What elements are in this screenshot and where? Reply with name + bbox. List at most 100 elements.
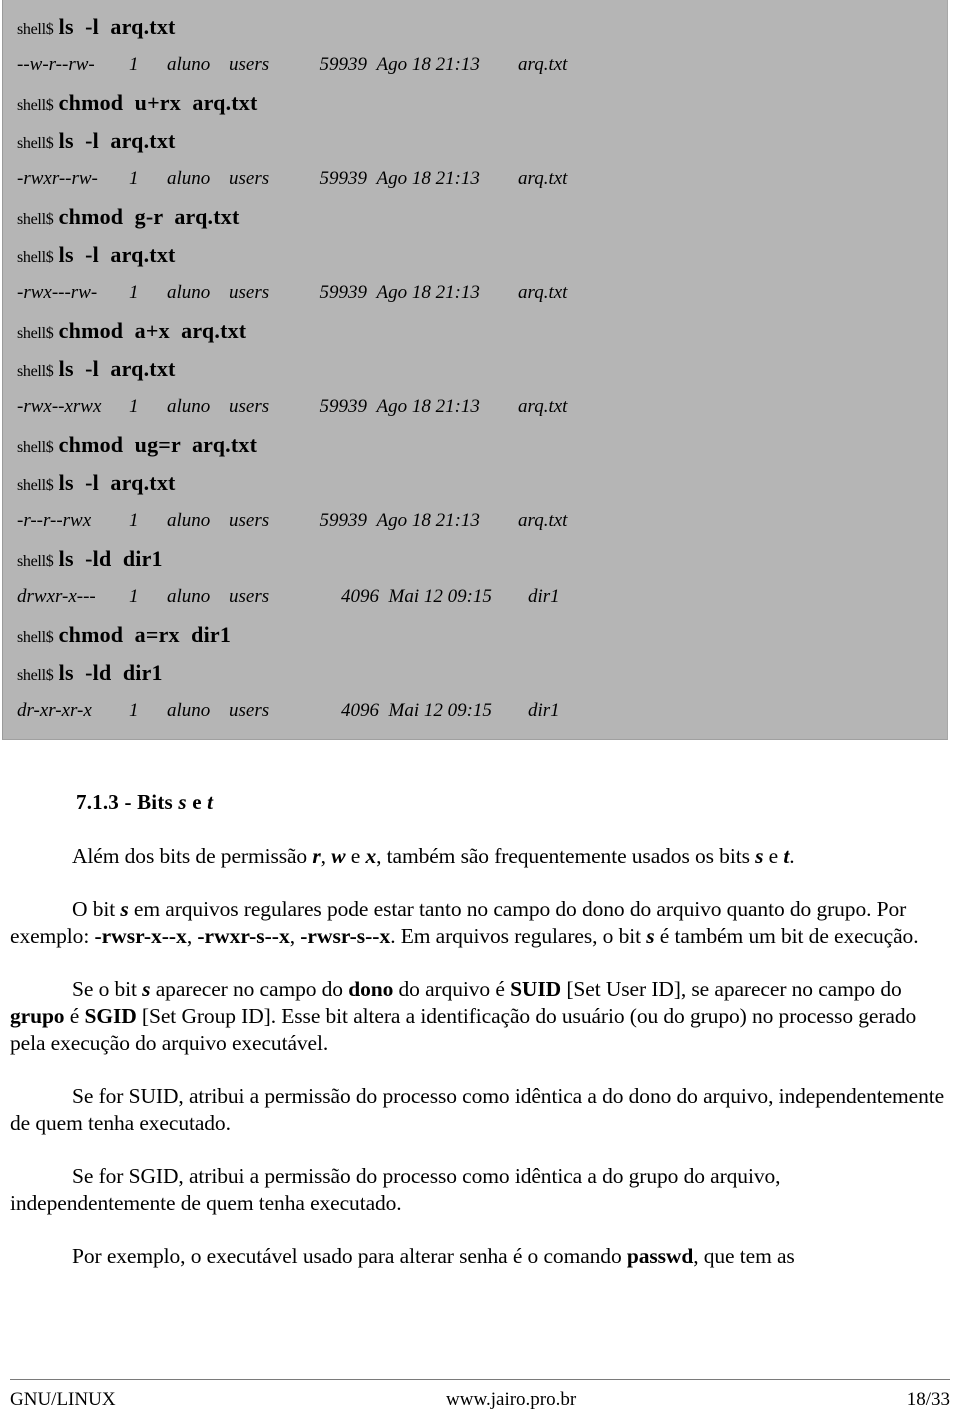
p6-command-passwd: passwd	[626, 1244, 694, 1268]
paragraph-intro-bits: Além dos bits de permissão r, w e x, tam…	[10, 843, 946, 870]
paragraph-sgid-behavior: Se for SGID, atribui a permissão do proc…	[10, 1164, 781, 1215]
terminal-command-line: shell$ ls -l arq.txt	[17, 464, 947, 502]
terminal-code-block: shell$ ls -l arq.txt --w-r--rw- 1 aluno user…	[2, 0, 948, 740]
terminal-command-text: chmod u+rx arq.txt	[58, 90, 258, 115]
paragraph-suid-behavior: Se for SUID, atribui a permissão do proc…	[10, 1084, 945, 1135]
listing-owner: aluno	[167, 586, 211, 607]
terminal-command-line: shell$ chmod ug=r arq.txt	[17, 426, 947, 464]
p6-seg-b: , que tem as	[693, 1244, 795, 1268]
listing-owner: aluno	[167, 282, 211, 303]
footer-divider	[10, 1379, 950, 1380]
listing-size: 4096	[341, 700, 379, 721]
listing-owner: aluno	[167, 54, 211, 75]
terminal-command-text: chmod a=rx dir1	[58, 622, 232, 647]
listing-link-count: 1	[129, 586, 139, 607]
terminal-command-line: shell$ ls -l arq.txt	[17, 236, 947, 274]
p3-seg-b: aparecer no campo do	[150, 977, 349, 1001]
listing-permissions: -rwxr--rw-	[17, 168, 98, 189]
shell-prompt: shell$	[17, 629, 54, 646]
terminal-listing-row: -rwx---rw- 1 aluno users 59939 Ago 18 21:13 …	[17, 274, 947, 312]
section-heading-conjunction: e	[192, 790, 202, 814]
listing-link-count: 1	[129, 54, 139, 75]
p6-seg-a: Por exemplo, o executável usado para alt…	[72, 1244, 627, 1268]
paragraph-passwd-example: Por exemplo, o executável usado para alt…	[10, 1243, 946, 1270]
terminal-command-line: shell$ ls -l arq.txt	[17, 350, 947, 388]
listing-group: users	[229, 510, 270, 531]
listing-link-count: 1	[129, 168, 139, 189]
p3-seg-f: [Set Group ID]. Esse bit altera a identi…	[10, 1004, 917, 1055]
listing-filename: arq.txt	[518, 168, 568, 189]
terminal-listing-row: -rwx--xrwx 1 aluno users 59939 Ago 18 21:13 …	[17, 388, 947, 426]
p2-seg-f: é também um bit de execução.	[654, 924, 919, 948]
shell-prompt: shell$	[17, 477, 54, 494]
terminal-command-text: ls -ld dir1	[58, 660, 163, 685]
p1-bit-x: x	[365, 844, 377, 868]
listing-owner: aluno	[167, 510, 211, 531]
p1-seg-f: .	[789, 844, 795, 868]
p2-bit-s-first: s	[120, 897, 129, 921]
p2-bit-s-second: s	[646, 924, 655, 948]
listing-permissions: dr-xr-xr-x	[17, 700, 92, 721]
paragraph-bit-s-regular-files: O bit s em arquivos regulares pode estar…	[10, 896, 946, 950]
terminal-command-line: shell$ ls -ld dir1	[17, 654, 947, 692]
p3-term-sgid: SGID	[84, 1004, 137, 1028]
terminal-command-text: chmod g-r arq.txt	[58, 204, 240, 229]
p3-term-grupo: grupo	[10, 1004, 65, 1028]
footer-page-number: 18/33	[906, 1389, 950, 1410]
listing-date: Ago 18 21:13	[376, 282, 480, 303]
terminal-listing-row: -r--r--rwx 1 aluno users 59939 Ago 18 21:13 …	[17, 502, 947, 540]
listing-permissions: --w-r--rw-	[17, 54, 95, 75]
listing-link-count: 1	[129, 396, 139, 417]
terminal-command-text: ls -l arq.txt	[58, 128, 176, 153]
listing-filename: dir1	[528, 586, 560, 607]
p1-seg-e: e	[763, 844, 784, 868]
p3-seg-e: é	[64, 1004, 85, 1028]
p3-seg-d: [Set User ID], se aparecer no campo do	[561, 977, 902, 1001]
shell-prompt: shell$	[17, 363, 54, 380]
p2-seg-e: . Em arquivos regulares, o bit	[390, 924, 647, 948]
shell-prompt: shell$	[17, 553, 54, 570]
terminal-command-text: ls -l arq.txt	[58, 14, 176, 39]
listing-owner: aluno	[167, 700, 211, 721]
p1-seg-c: e	[345, 844, 366, 868]
listing-group: users	[229, 700, 270, 721]
terminal-command-line: shell$ chmod u+rx arq.txt	[17, 84, 947, 122]
listing-permissions: -r--r--rwx	[17, 510, 92, 531]
listing-filename: arq.txt	[518, 396, 568, 417]
listing-size: 59939	[319, 168, 368, 189]
section-heading-number: 7.1.3 - Bits	[76, 790, 173, 814]
listing-permissions: drwxr-x---	[17, 586, 96, 607]
shell-prompt: shell$	[17, 97, 54, 114]
p1-bit-r: r	[312, 844, 321, 868]
shell-prompt: shell$	[17, 325, 54, 342]
listing-size: 4096	[341, 586, 379, 607]
listing-group: users	[229, 54, 270, 75]
listing-size: 59939	[319, 282, 368, 303]
listing-filename: arq.txt	[518, 282, 568, 303]
terminal-command-text: ls -l arq.txt	[58, 356, 176, 381]
listing-filename: arq.txt	[518, 510, 568, 531]
shell-prompt: shell$	[17, 211, 54, 228]
shell-prompt: shell$	[17, 439, 54, 456]
listing-size: 59939	[319, 396, 368, 417]
page-footer: GNU/LINUX www.jairo.pro.br 18/33	[10, 1386, 950, 1414]
terminal-listing-row: drwxr-x--- 1 aluno users 4096 Mai 12 09:15 d…	[17, 578, 947, 616]
p3-term-dono: dono	[348, 977, 394, 1001]
p1-seg-d: , também são frequentemente usados os bi…	[376, 844, 756, 868]
terminal-command-text: chmod a+x arq.txt	[58, 318, 247, 343]
listing-group: users	[229, 282, 270, 303]
p1-bit-w: w	[331, 844, 346, 868]
terminal-command-line: shell$ chmod a=rx dir1	[17, 616, 947, 654]
terminal-command-text: ls -l arq.txt	[58, 470, 176, 495]
listing-group: users	[229, 586, 270, 607]
terminal-listing-row: -rwxr--rw- 1 aluno users 59939 Ago 18 21:13 …	[17, 160, 947, 198]
p3-seg-a: Se o bit	[72, 977, 143, 1001]
listing-date: Ago 18 21:13	[376, 510, 480, 531]
terminal-command-line: shell$ ls -l arq.txt	[17, 8, 947, 46]
p2-example-1: -rwsr-x--x	[94, 924, 187, 948]
listing-size: 59939	[319, 510, 368, 531]
listing-size: 59939	[319, 54, 368, 75]
section-heading-bit-t: t	[207, 790, 214, 814]
terminal-command-line: shell$ ls -ld dir1	[17, 540, 947, 578]
p2-seg-a: O bit	[72, 897, 121, 921]
